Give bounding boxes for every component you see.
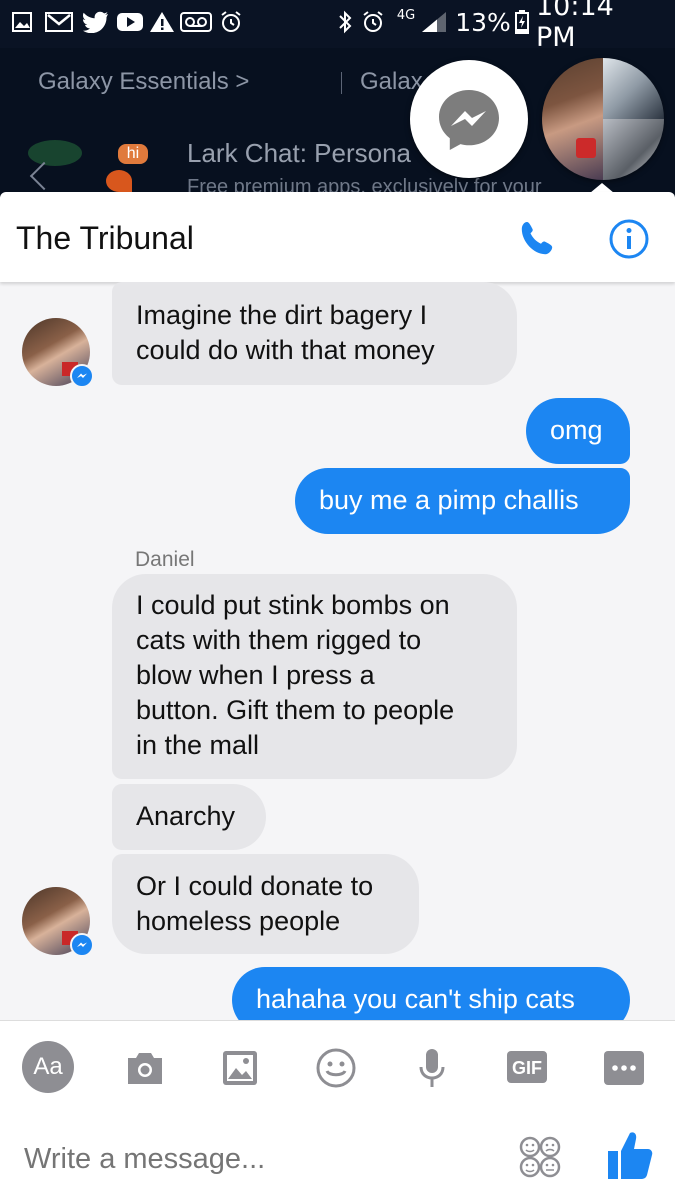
message-bubble-outgoing[interactable]: omg [526,398,630,464]
message-line: Anarchy [136,801,236,831]
messenger-badge-icon [70,364,94,388]
twitter-icon [82,10,110,34]
messenger-badge-icon [70,933,94,957]
signal-icon [420,10,448,34]
message-line: Imagine the dirt bagery I [136,300,428,330]
conversation-header: The Tribunal [0,192,675,282]
message-bubble-incoming[interactable]: Anarchy [112,784,266,850]
message-line: button. Gift them to people [136,695,455,725]
chevron-left-icon[interactable] [29,161,59,191]
sticker-icon[interactable] [516,1133,564,1181]
message-line: could do with that money [136,335,435,365]
promo-badge: hi [118,144,148,164]
promo-app-icon[interactable]: hi [106,142,148,192]
network-type: 4G [396,8,416,23]
message-line: in the mall [136,730,260,760]
gmail-icon [44,10,74,34]
message-bubble-incoming[interactable]: Or I could donate to homeless people [112,854,419,954]
warning-icon [148,10,176,34]
message-input[interactable] [22,1133,496,1185]
gif-icon[interactable]: GIF [505,1043,549,1093]
planet-decoration [28,140,82,166]
message-thread[interactable]: Imagine the dirt bagery I could do with … [0,282,675,1020]
message-bubble-incoming[interactable]: Imagine the dirt bagery I could do with … [112,282,517,385]
more-icon[interactable] [602,1043,646,1093]
camera-icon[interactable] [120,1043,170,1093]
alarm-icon [218,10,244,34]
alarm-icon [360,10,386,34]
messenger-icon [439,90,499,150]
status-bar: 4G 13% 10:14 PM [0,0,675,53]
tab-divider [341,72,342,94]
message-line: blow when I press a [136,660,375,690]
conversation-title[interactable]: The Tribunal [16,220,194,257]
text-icon[interactable]: Aa [22,1041,74,1093]
battery-percent: 13% [455,7,511,37]
messenger-chat-head[interactable] [410,60,528,178]
message-bubble-outgoing[interactable]: hahaha you can't ship cats [232,967,630,1020]
galaxy-tab[interactable]: Galax [360,68,423,96]
microphone-icon[interactable] [407,1043,457,1093]
voicemail-icon [180,10,212,34]
message-line: homeless people [136,906,341,936]
message-bubble-outgoing[interactable]: buy me a pimp challis [295,468,630,534]
phone-icon[interactable] [518,218,560,260]
bluetooth-icon [334,10,356,34]
image-icon[interactable] [215,1043,265,1093]
battery-icon [514,10,530,34]
promo-title[interactable]: Lark Chat: Persona [187,138,411,169]
gif-tool-label: GIF [512,1057,542,1078]
sender-name: Daniel [135,548,195,571]
galaxy-essentials-tab[interactable]: Galaxy Essentials > [38,68,249,96]
clock: 10:14 PM [536,0,614,53]
youtube-icon [116,10,144,34]
message-line: omg [550,415,603,445]
message-line: Or I could donate to [136,871,374,901]
message-bubble-incoming[interactable]: I could put stink bombs on cats with the… [112,574,517,779]
message-line: I could put stink bombs on [136,590,450,620]
gallery-icon [10,10,34,34]
emoji-icon[interactable] [311,1043,361,1093]
thumbs-up-icon[interactable] [606,1129,654,1183]
text-tool-label: Aa [33,1053,63,1080]
message-line: buy me a pimp challis [319,485,579,515]
message-line: hahaha you can't ship cats [256,984,575,1014]
message-composer: Aa GIF [0,1020,675,1201]
group-chat-head-avatar[interactable] [542,58,664,180]
info-icon[interactable] [608,218,650,260]
message-line: cats with them rigged to [136,625,422,655]
